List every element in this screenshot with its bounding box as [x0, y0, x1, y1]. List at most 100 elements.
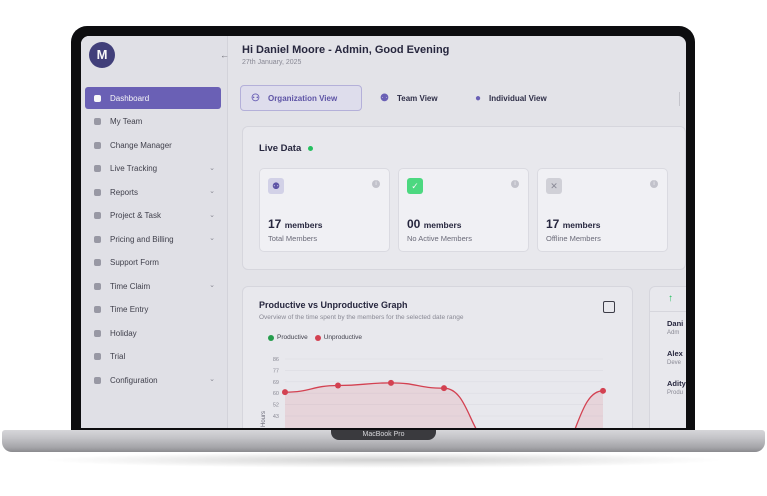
- sidebar-item-dashboard[interactable]: Dashboard: [85, 87, 221, 109]
- sidebar-item-label: Support Form: [110, 258, 159, 267]
- unproductive-point[interactable]: [600, 387, 606, 394]
- chevron-down-icon[interactable]: ⌄: [209, 375, 215, 383]
- person-icon: ●: [475, 92, 482, 104]
- trial-icon: [94, 353, 101, 360]
- support-icon: [94, 259, 101, 266]
- claim-icon: [94, 282, 101, 290]
- productivity-chart: 86 77 69 60 52 43 Hours: [261, 357, 606, 428]
- report-icon: [94, 188, 101, 196]
- organization-icon: ⚇: [251, 92, 260, 104]
- sidebar-item-label: My Team: [110, 117, 143, 126]
- team-icon: ⚉: [380, 92, 389, 104]
- members-icon: ⚉: [268, 178, 284, 194]
- live-data-title: Live Data: [259, 143, 302, 154]
- unproductive-point[interactable]: [441, 385, 447, 392]
- sidebar-item-reports[interactable]: Reports ⌄: [85, 181, 221, 203]
- tab-label: Organization View: [267, 93, 338, 103]
- arrow-up-icon: ↑: [668, 293, 673, 304]
- laptop-mockup: MacBook Pro M ← Dashboard My Team Change M…: [0, 0, 767, 496]
- card-label: No Active Members: [407, 234, 473, 243]
- sidebar-item-label: Live Tracking: [110, 164, 158, 173]
- x-icon: ✕: [546, 178, 562, 194]
- sidebar-item-change-manager[interactable]: Change Manager: [85, 134, 221, 156]
- unproductive-point[interactable]: [282, 389, 288, 396]
- tab-organization-view[interactable]: ⚇ Organization View: [240, 85, 362, 111]
- sidebar-item-label: Time Entry: [110, 305, 149, 314]
- y-tick-label: 77: [273, 368, 279, 374]
- app-logo[interactable]: M: [89, 42, 115, 68]
- unproductive-point[interactable]: [388, 379, 394, 386]
- sidebar-item-support-form[interactable]: Support Form: [85, 252, 221, 274]
- y-tick-label: 52: [273, 403, 279, 409]
- sidebar-nav: Dashboard My Team Change Manager Live Track…: [85, 87, 221, 393]
- chevron-down-icon[interactable]: ⌄: [209, 234, 215, 242]
- y-tick-label: 69: [273, 380, 279, 386]
- y-axis-label: Hours: [261, 411, 267, 427]
- app-screen: M ← Dashboard My Team Change Manager Live T…: [81, 36, 686, 428]
- info-icon[interactable]: i: [650, 180, 658, 188]
- unproductive-point[interactable]: [335, 382, 341, 389]
- member-list-panel: ↑ Dani Adm Alex Deve Adity Produ: [649, 286, 686, 428]
- y-tick-label: 86: [273, 357, 279, 363]
- member-role: Adm: [667, 330, 680, 336]
- offline-members-card[interactable]: ✕ i 17 members Offline Members: [537, 168, 668, 252]
- total-members-card[interactable]: ⚉ i 17 members Total Members: [259, 168, 390, 252]
- live-status-dot: [308, 146, 313, 151]
- sidebar-item-project-task[interactable]: Project & Task ⌄: [85, 205, 221, 227]
- tab-label: Team View: [396, 93, 438, 103]
- collapse-arrow-icon[interactable]: ←: [220, 50, 229, 60]
- info-icon[interactable]: i: [511, 180, 519, 188]
- tab-individual-view[interactable]: ● Individual View: [465, 85, 575, 111]
- check-icon: ✓: [407, 178, 423, 194]
- chevron-down-icon[interactable]: ⌄: [209, 187, 215, 195]
- chevron-down-icon[interactable]: ⌄: [209, 211, 215, 219]
- y-tick-label: 43: [273, 414, 279, 420]
- card-value: 17 members: [546, 217, 601, 231]
- sidebar-item-label: Pricing and Billing: [110, 234, 174, 244]
- card-label: Total Members: [268, 234, 318, 243]
- member-name[interactable]: Dani: [667, 319, 683, 328]
- card-value: 00 members: [407, 217, 462, 231]
- sidebar-item-my-team[interactable]: My Team: [85, 111, 221, 133]
- sidebar-item-label: Time Claim: [110, 281, 151, 291]
- sidebar-item-label: Trial: [110, 352, 126, 361]
- info-icon[interactable]: i: [372, 180, 380, 188]
- dashboard-icon: [94, 94, 101, 102]
- sidebar-item-trial[interactable]: Trial: [85, 346, 221, 368]
- sidebar-item-time-claim[interactable]: Time Claim ⌄: [85, 275, 221, 297]
- laptop-shadow: [40, 452, 727, 468]
- divider: [650, 311, 686, 312]
- sidebar-item-time-entry[interactable]: Time Entry: [85, 299, 221, 321]
- y-tick-label: 60: [273, 391, 279, 397]
- active-members-card[interactable]: ✓ i 00 members No Active Members: [398, 168, 529, 252]
- device-label: MacBook Pro: [362, 431, 405, 438]
- greeting-title: Hi Daniel Moore - Admin, Good Evening: [242, 44, 450, 56]
- task-icon: [94, 212, 101, 219]
- chevron-down-icon[interactable]: ⌄: [209, 164, 215, 172]
- member-role: Produ: [667, 390, 684, 396]
- card-value: 17 members: [268, 217, 323, 231]
- clock-icon: [94, 306, 101, 313]
- chevron-down-icon[interactable]: ⌄: [209, 281, 215, 289]
- sidebar-item-label: Dashboard: [110, 93, 150, 103]
- billing-icon: [94, 235, 101, 243]
- sidebar-item-label: Holiday: [110, 328, 137, 338]
- sidebar-item-pricing-and-billing[interactable]: Pricing and Billing ⌄: [85, 228, 221, 250]
- holiday-icon: [94, 329, 101, 337]
- sidebar-item-holiday[interactable]: Holiday: [85, 322, 221, 344]
- member-role: Deve: [667, 360, 682, 366]
- card-label: Offline Members: [546, 234, 601, 243]
- sidebar: M ← Dashboard My Team Change Manager Live T…: [81, 36, 229, 428]
- sidebar-item-label: Reports: [110, 187, 139, 197]
- live-data-panel: Live Data ⚉ i 17 members Total Members ✓…: [242, 126, 686, 270]
- tab-scroll-edge: [679, 92, 686, 106]
- user-icon: [94, 141, 101, 149]
- team-icon: [94, 118, 101, 125]
- member-name[interactable]: Alex: [667, 349, 683, 358]
- sidebar-item-live-tracking[interactable]: Live Tracking ⌄: [85, 158, 221, 180]
- sidebar-item-label: Configuration: [110, 375, 158, 385]
- sidebar-item-label: Change Manager: [110, 140, 172, 150]
- member-name[interactable]: Adity: [667, 379, 686, 388]
- tab-team-view[interactable]: ⚉ Team View: [370, 85, 460, 111]
- sidebar-item-configuration[interactable]: Configuration ⌄: [85, 369, 221, 391]
